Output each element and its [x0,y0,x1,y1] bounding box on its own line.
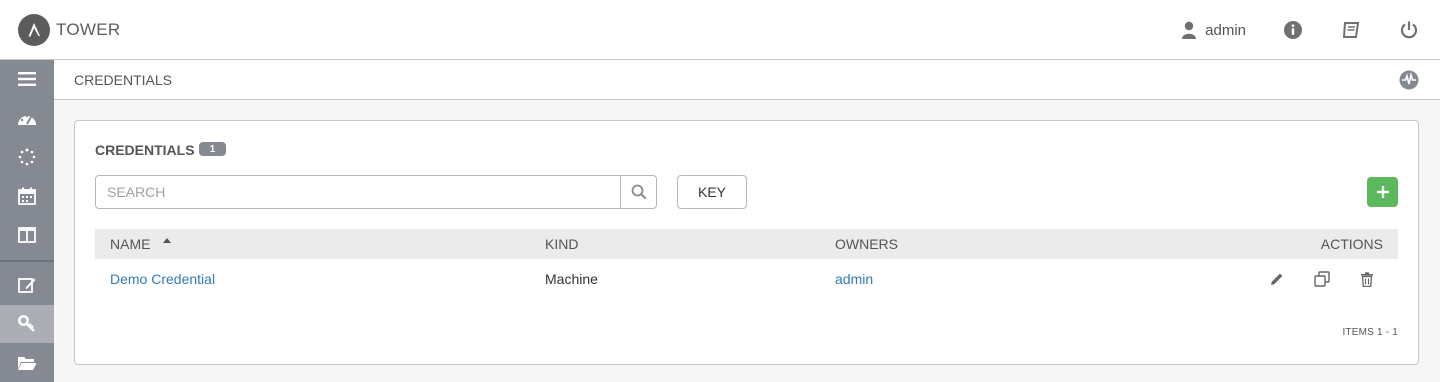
column-header-actions: ACTIONS [1320,236,1383,252]
credential-name-link[interactable]: Demo Credential [110,271,215,287]
user-icon [1182,21,1197,39]
calendar-icon[interactable] [0,177,54,215]
info-icon[interactable] [1282,19,1304,41]
pagination-items: ITEMS 1 - 1 [1342,327,1398,338]
ansible-logo-icon [18,14,50,46]
sort-ascending-icon[interactable] [163,238,171,243]
book-icon[interactable] [1340,19,1362,41]
credentials-panel: CREDENTIALS 1 KEY NAME KIND OWNERS ACTIO… [74,120,1419,365]
edit-pencil-icon[interactable] [1269,271,1285,287]
user-name: admin [1205,21,1246,39]
search-box [95,175,657,209]
search-icon[interactable] [620,176,656,208]
plus-icon [1376,186,1389,198]
panel-title: CREDENTIALS [95,142,195,158]
app-name: TOWER [56,20,121,39]
folder-icon[interactable] [0,344,54,382]
credential-kind: Machine [545,271,598,287]
key-icon[interactable] [0,305,54,343]
activity-stream-icon[interactable] [1399,70,1419,90]
column-header-kind[interactable]: KIND [545,236,578,252]
trash-icon[interactable] [1359,271,1375,287]
table-header: NAME KIND OWNERS ACTIONS [95,229,1398,259]
top-navbar: TOWER admin [0,0,1440,60]
columns-icon[interactable] [0,216,54,254]
key-button[interactable]: KEY [677,175,747,209]
breadcrumb: CREDENTIALS [74,72,173,88]
hamburger-icon[interactable] [0,60,54,98]
search-input[interactable] [96,176,621,208]
column-header-name[interactable]: NAME [110,236,150,252]
power-icon[interactable] [1398,19,1420,41]
sidebar-divider [0,260,54,262]
sidebar [0,60,54,382]
add-button[interactable] [1367,177,1398,207]
spinner-icon[interactable] [0,138,54,176]
user-menu[interactable]: admin [1181,21,1246,39]
tower-logo[interactable]: TOWER [18,14,120,46]
edit-icon[interactable] [0,266,54,304]
copy-icon[interactable] [1314,271,1330,287]
count-badge: 1 [199,142,226,156]
dashboard-icon[interactable] [0,100,54,138]
table-row: Demo Credential Machine admin [95,259,1398,301]
column-header-owners[interactable]: OWNERS [835,236,898,252]
breadcrumb-bar: CREDENTIALS [54,60,1440,100]
credential-owner-link[interactable]: admin [835,271,873,287]
